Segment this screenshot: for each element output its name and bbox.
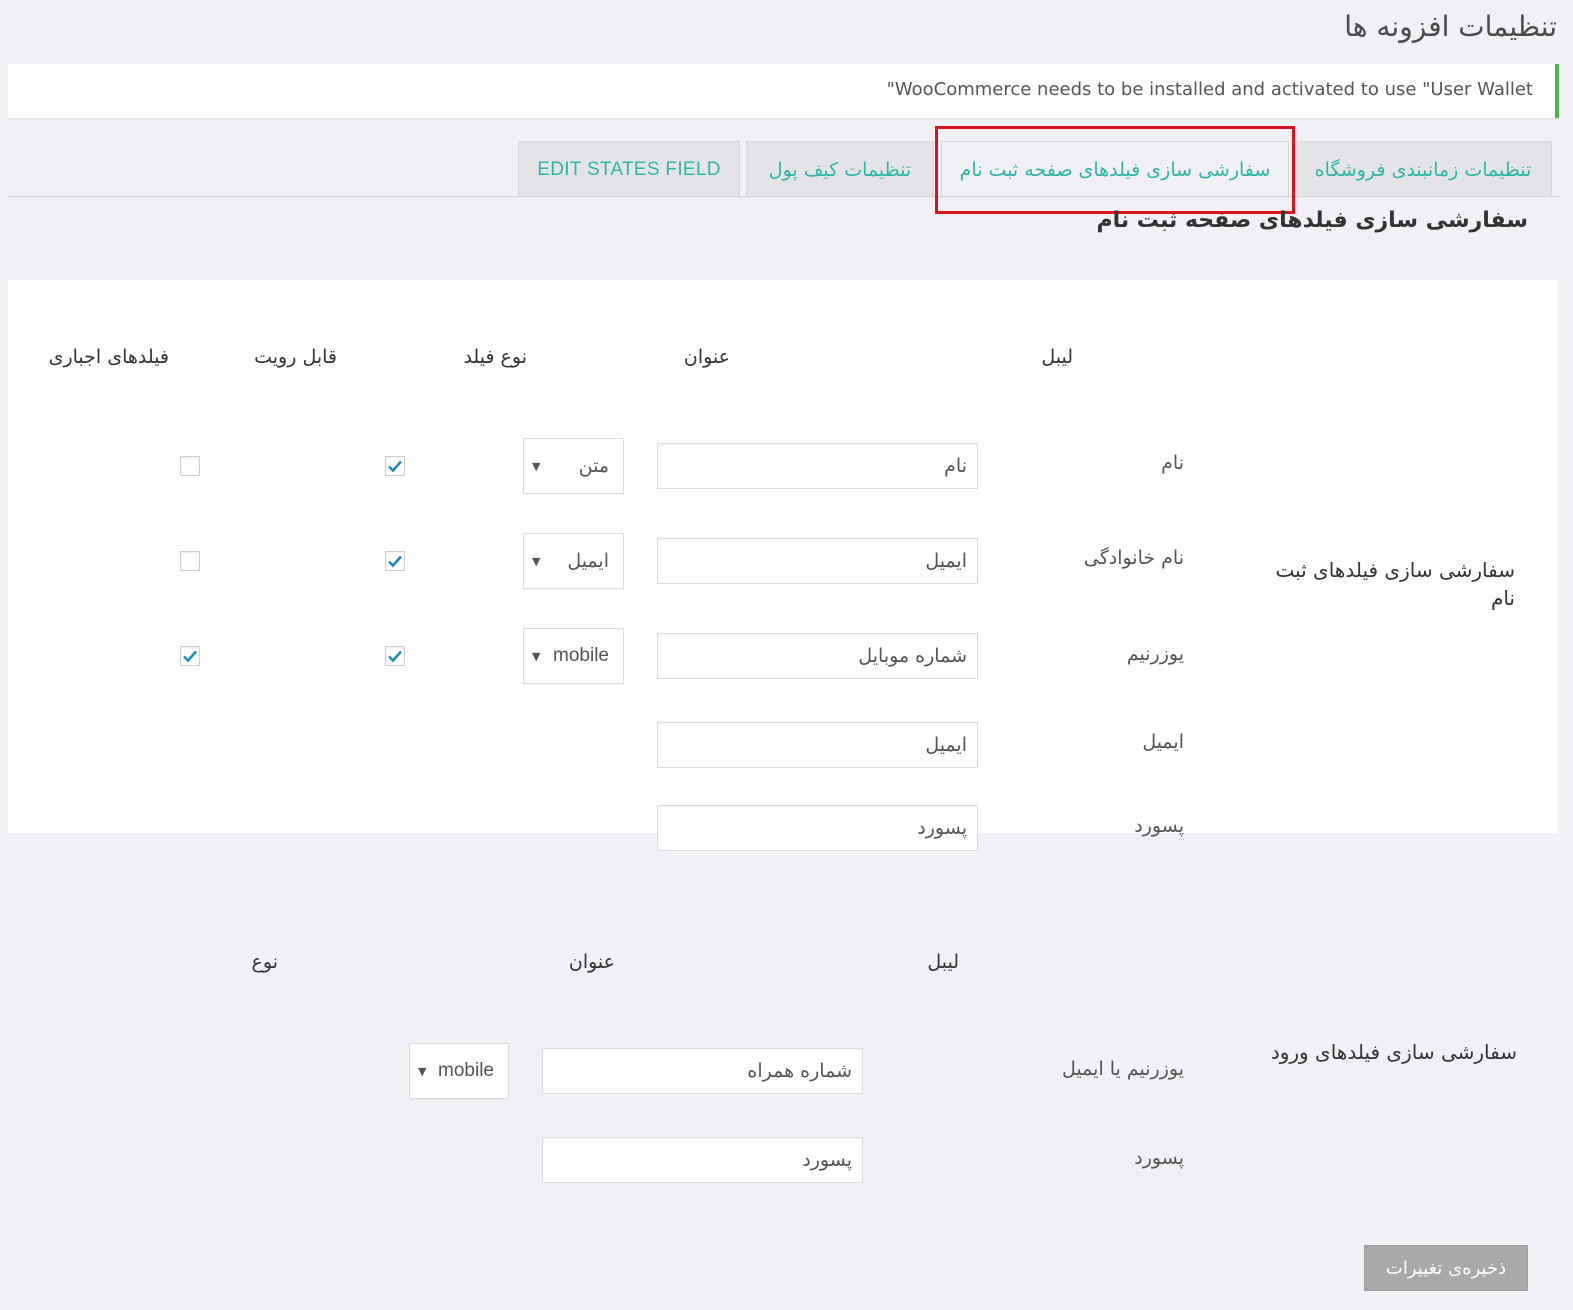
required-checkbox[interactable]	[180, 646, 200, 666]
header-visible: قابل رویت	[254, 346, 337, 368]
row-label: نام	[1161, 452, 1184, 474]
title-input[interactable]	[657, 633, 978, 679]
row-label: ایمیل	[1142, 731, 1184, 753]
notice-text: "WooCommerce needs to be installed and a…	[886, 79, 1533, 100]
row-label: یوزرنیم یا ایمیل	[1062, 1058, 1184, 1080]
check-icon	[183, 650, 197, 663]
check-icon	[388, 460, 402, 473]
header-label: لیبل	[1041, 346, 1073, 368]
chevron-down-icon: ▼	[532, 459, 541, 473]
field-type-select[interactable]: ▼ ایمیل	[523, 533, 624, 589]
page-title: تنظیمات افزونه ها	[1344, 10, 1557, 43]
row-label: پسورد	[1134, 815, 1184, 837]
title-input[interactable]	[542, 1048, 863, 1094]
visible-checkbox[interactable]	[385, 456, 405, 476]
tab-store-schedule[interactable]: تنظیمات زمانبندی فروشگاه	[1294, 141, 1552, 197]
header-required: فیلدهای اجباری	[48, 346, 169, 368]
field-type-select[interactable]: ▼ mobile	[409, 1043, 509, 1099]
title-input[interactable]	[542, 1137, 863, 1183]
title-input[interactable]	[657, 538, 978, 584]
login-header-label: لیبل	[927, 951, 959, 973]
tab-wallet-settings[interactable]: تنظیمات کیف پول	[746, 141, 934, 197]
header-field-type: نوع فیلد	[463, 346, 527, 368]
visible-checkbox[interactable]	[385, 551, 405, 571]
select-value: mobile	[438, 1060, 494, 1081]
visible-checkbox[interactable]	[385, 646, 405, 666]
chevron-down-icon: ▼	[532, 649, 541, 663]
login-group-title: سفارشی سازی فیلدهای ورود	[1270, 1040, 1517, 1064]
row-label: یوزرنیم	[1126, 643, 1184, 665]
section-title: سفارشی سازی فیلدهای صفحه ثبت نام	[1096, 208, 1528, 233]
save-button[interactable]: ذخیره‌ی تغییرات	[1364, 1245, 1528, 1291]
tabs-divider	[8, 196, 1559, 197]
select-value: متن	[578, 455, 609, 477]
required-checkbox[interactable]	[180, 551, 200, 571]
login-header-title: عنوان	[568, 951, 615, 973]
header-title: عنوان	[683, 346, 730, 368]
chevron-down-icon: ▼	[418, 1064, 427, 1078]
select-value: mobile	[553, 645, 609, 666]
check-icon	[388, 650, 402, 663]
select-value: ایمیل	[567, 550, 609, 572]
admin-notice: "WooCommerce needs to be installed and a…	[8, 64, 1559, 118]
register-group-title: سفارشی سازی فیلدهای ثبت نام	[1275, 558, 1515, 610]
title-input[interactable]	[657, 805, 978, 851]
login-header-type: نوع	[251, 951, 278, 973]
tab-register-fields[interactable]: سفارشی سازی فیلدهای صفحه ثبت نام	[941, 141, 1289, 197]
title-input[interactable]	[657, 722, 978, 768]
tab-edit-states-field[interactable]: EDIT STATES FIELD	[518, 141, 740, 197]
required-checkbox[interactable]	[180, 456, 200, 476]
field-type-select[interactable]: ▼ متن	[523, 438, 624, 494]
row-label: نام خانوادگی	[1083, 547, 1184, 569]
chevron-down-icon: ▼	[532, 554, 541, 568]
title-input[interactable]	[657, 443, 978, 489]
field-type-select[interactable]: ▼ mobile	[523, 628, 624, 684]
check-icon	[388, 555, 402, 568]
row-label: پسورد	[1134, 1147, 1184, 1169]
